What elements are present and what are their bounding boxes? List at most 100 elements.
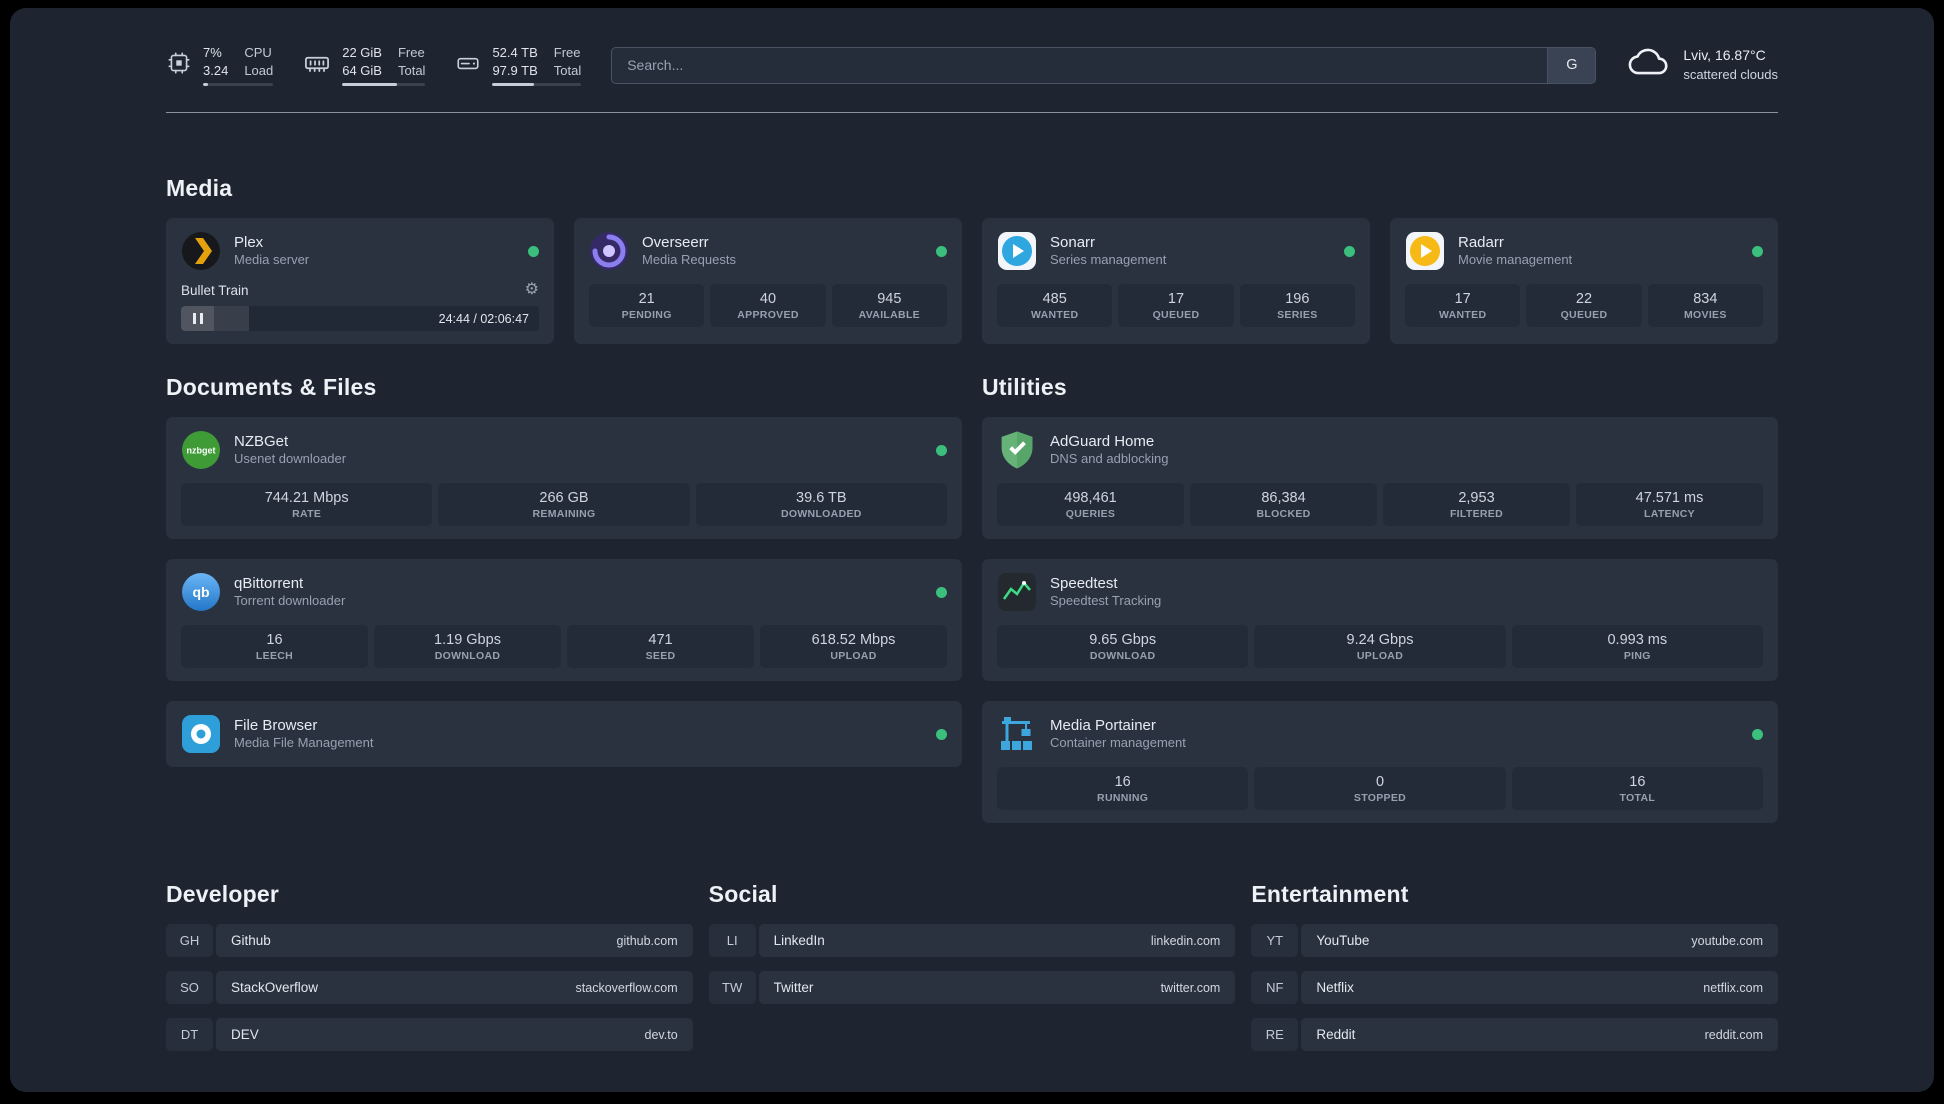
bookmark-abbr: LI xyxy=(708,924,756,958)
resource-widgets: 7% CPU 3.24 Load 22 GiB Free 64 GiB Tota… xyxy=(166,44,582,87)
plex-icon xyxy=(181,231,221,271)
bookmark-url: stackoverflow.com xyxy=(575,980,678,995)
stat-upload: 9.24 Gbps UPLOAD xyxy=(1254,625,1506,669)
portainer-icon xyxy=(997,714,1037,754)
topbar: 7% CPU 3.24 Load 22 GiB Free 64 GiB Tota… xyxy=(166,44,1778,87)
stat-value: 618.52 Mbps xyxy=(811,632,896,649)
weather-widget: Lviv, 16.87°C scattered clouds xyxy=(1626,45,1778,86)
bookmark-dev[interactable]: DT DEV dev.to xyxy=(166,1018,693,1052)
stat-value: 945 xyxy=(877,291,902,308)
bookmark-url: twitter.com xyxy=(1160,980,1221,995)
stat-wanted: 17 WANTED xyxy=(1405,284,1521,328)
service-subtitle: Series management xyxy=(1050,252,1167,268)
stat-value: 9.65 Gbps xyxy=(1089,632,1157,649)
bookmark-abbr: TW xyxy=(708,971,756,1005)
stat-value: 834 xyxy=(1693,291,1718,308)
section-title-developer: Developer xyxy=(166,881,280,908)
stat-label: SEED xyxy=(645,650,676,663)
stat-value: 471 xyxy=(648,632,673,649)
radarr-icon xyxy=(1405,231,1445,271)
speedtest-icon xyxy=(997,572,1037,612)
bookmark-netflix[interactable]: NF Netflix netflix.com xyxy=(1251,971,1778,1005)
service-subtitle: Container management xyxy=(1050,735,1186,751)
service-card-qbittorrent[interactable]: qb qBittorrent Torrent downloader 16 LEE… xyxy=(166,559,962,682)
section-title-media: Media xyxy=(166,175,233,202)
service-card-speedtest[interactable]: Speedtest Speedtest Tracking 9.65 Gbps D… xyxy=(982,559,1778,682)
stat-value: 498,461 xyxy=(1064,490,1117,507)
stat-label: QUEUED xyxy=(1560,309,1608,322)
section-utilities: Utilities AdGuard Home DNS and adblockin… xyxy=(982,374,1778,824)
stat-wanted: 485 WANTED xyxy=(997,284,1113,328)
bookmark-name: YouTube xyxy=(1316,933,1370,949)
stat-label: UPLOAD xyxy=(830,650,877,663)
stat-value: 744.21 Mbps xyxy=(264,490,349,507)
service-card-radarr[interactable]: Radarr Movie management 17 WANTED 22 QUE… xyxy=(1390,218,1778,345)
pause-button[interactable] xyxy=(181,306,214,332)
stat-value: 9.24 Gbps xyxy=(1346,632,1414,649)
cpu-widget: 7% CPU 3.24 Load xyxy=(166,44,274,87)
service-name: Media Portainer xyxy=(1050,716,1156,734)
stat-label: DOWNLOAD xyxy=(1089,650,1156,663)
bookmark-reddit[interactable]: RE Reddit reddit.com xyxy=(1251,1018,1778,1052)
bookmark-linkedin[interactable]: LI LinkedIn linkedin.com xyxy=(708,924,1236,958)
stat-label: DOWNLOADED xyxy=(780,508,862,521)
bookmark-stackoverflow[interactable]: SO StackOverflow stackoverflow.com xyxy=(166,971,693,1005)
stat-filtered: 2,953 FILTERED xyxy=(1383,483,1570,527)
cpu-load-label: Load xyxy=(244,62,274,78)
memory-widget: 22 GiB Free 64 GiB Total xyxy=(303,44,426,87)
service-card-adguard[interactable]: AdGuard Home DNS and adblocking 498,461 … xyxy=(982,417,1778,540)
section-documents: Documents & Files nzbget NZBGet Usenet d… xyxy=(166,374,962,823)
stat-queued: 17 QUEUED xyxy=(1118,284,1234,328)
search-input[interactable] xyxy=(612,47,1548,83)
stat-label: RUNNING xyxy=(1097,792,1149,805)
weather-location: Lviv, 16.87°C xyxy=(1683,47,1766,64)
disk-icon xyxy=(455,50,481,81)
player-time: 24:44 / 02:06:47 xyxy=(438,311,529,326)
service-name: NZBGet xyxy=(234,432,289,450)
service-card-nzbget[interactable]: nzbget NZBGet Usenet downloader 744.21 M… xyxy=(166,417,962,540)
service-subtitle: DNS and adblocking xyxy=(1050,451,1169,467)
service-card-plex[interactable]: Plex Media server Bullet Train ⚙ 24:44 /… xyxy=(166,218,554,345)
memory-free-label: Free xyxy=(397,45,425,60)
service-subtitle: Torrent downloader xyxy=(234,593,346,609)
service-card-portainer[interactable]: Media Portainer Container management 16 … xyxy=(982,701,1778,824)
disk-progress-bar xyxy=(492,83,582,87)
stat-value: 0 xyxy=(1375,774,1385,791)
bookmark-youtube[interactable]: YT YouTube youtube.com xyxy=(1251,924,1778,958)
service-card-sonarr[interactable]: Sonarr Series management 485 WANTED 17 Q… xyxy=(982,218,1370,345)
search-provider-button[interactable]: G xyxy=(1547,47,1596,83)
bookmark-github[interactable]: GH Github github.com xyxy=(166,924,693,958)
memory-total-label: Total xyxy=(397,62,426,78)
nzbget-icon: nzbget xyxy=(181,430,221,470)
filebrowser-icon xyxy=(181,714,221,754)
bookmark-group-developer: Developer GH Github github.com SO StackO… xyxy=(166,881,693,1065)
service-card-filebrowser[interactable]: File Browser Media File Management xyxy=(166,701,962,768)
settings-gear-icon[interactable]: ⚙ xyxy=(525,282,539,298)
stat-seed: 471 SEED xyxy=(567,625,754,669)
service-card-overseerr[interactable]: Overseerr Media Requests 21 PENDING 40 A… xyxy=(574,218,962,345)
memory-icon xyxy=(303,49,331,82)
stat-value: 40 xyxy=(759,291,777,308)
dashboard: 7% CPU 3.24 Load 22 GiB Free 64 GiB Tota… xyxy=(10,8,1934,1092)
status-dot xyxy=(1752,728,1763,740)
cpu-usage-label: CPU xyxy=(244,45,272,60)
bookmark-abbr: RE xyxy=(1251,1018,1299,1052)
stat-value: 86,384 xyxy=(1261,490,1306,507)
status-dot xyxy=(936,245,947,257)
service-name: File Browser xyxy=(234,716,318,734)
stat-blocked: 86,384 BLOCKED xyxy=(1190,483,1377,527)
stat-label: APPROVED xyxy=(737,309,799,322)
plex-player-bar[interactable]: 24:44 / 02:06:47 xyxy=(181,306,539,332)
bookmark-name: Netflix xyxy=(1316,980,1354,996)
stat-label: WANTED xyxy=(1030,309,1079,322)
stat-label: QUERIES xyxy=(1065,508,1116,521)
stat-value: 16 xyxy=(1629,774,1646,791)
bookmark-twitter[interactable]: TW Twitter twitter.com xyxy=(708,971,1236,1005)
svg-text:nzbget: nzbget xyxy=(187,446,216,456)
memory-progress-bar xyxy=(342,83,426,87)
sonarr-icon xyxy=(997,231,1037,271)
now-playing-title: Bullet Train xyxy=(181,282,249,298)
cpu-icon xyxy=(166,50,192,81)
bookmark-url: youtube.com xyxy=(1691,933,1763,948)
service-name: Overseerr xyxy=(642,233,709,251)
